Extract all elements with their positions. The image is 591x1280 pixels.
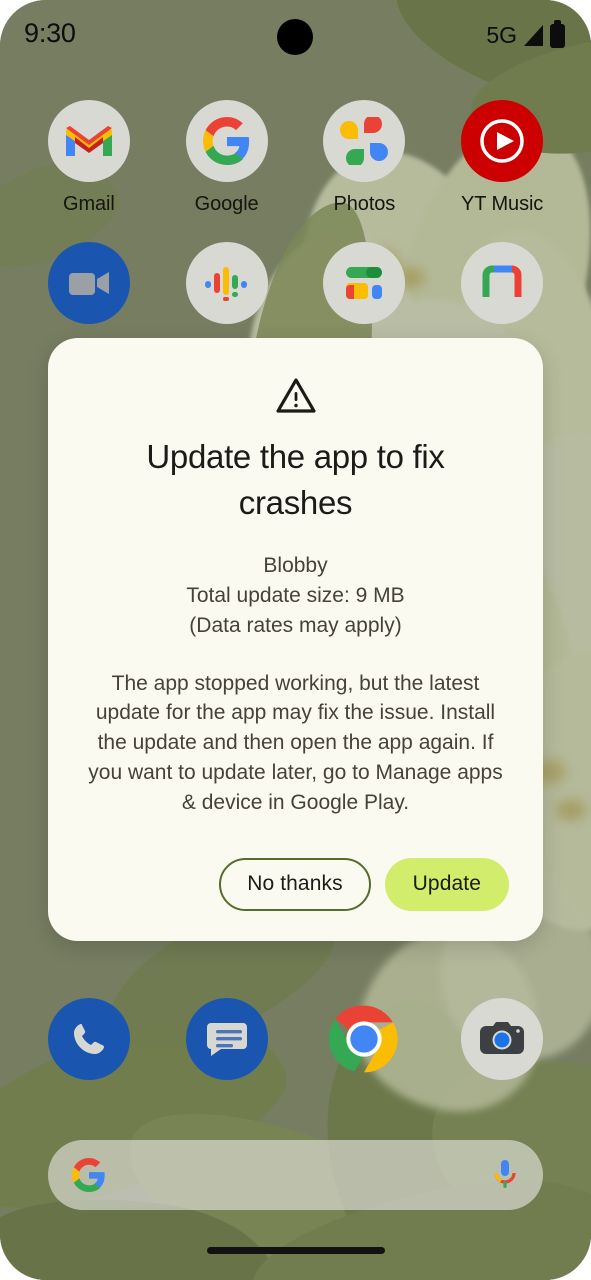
google-tv-icon <box>461 242 544 324</box>
no-thanks-button[interactable]: No thanks <box>219 857 371 911</box>
warning-triangle-icon <box>274 376 318 416</box>
app-label-google: Google <box>194 193 259 215</box>
phone-frame: 9:30 5G Gmail Google Photos YT Music Upd… <box>0 0 591 1280</box>
app-google-tv[interactable] <box>443 242 561 335</box>
battery-full-icon <box>550 19 565 48</box>
google-g-icon <box>72 1158 106 1192</box>
camera-icon <box>461 998 544 1080</box>
dock-item-chrome[interactable] <box>305 998 423 1080</box>
dialog-icon-container <box>82 376 509 416</box>
app-photos[interactable]: Photos <box>305 100 423 216</box>
app-recorder[interactable] <box>168 242 286 335</box>
dialog-subtitle: Blobby Total update size: 9 MB (Data rat… <box>186 554 405 637</box>
app-google[interactable]: Google <box>168 100 286 216</box>
google-icon <box>185 100 268 182</box>
dialog-action-bar: No thanks Update <box>82 857 509 911</box>
gmail-icon <box>47 100 130 182</box>
app-grid: Gmail Google Photos YT Music <box>0 100 591 361</box>
app-row-2 <box>0 242 591 335</box>
app-gmail[interactable]: Gmail <box>30 100 148 216</box>
update-button[interactable]: Update <box>384 857 509 911</box>
app-label-photos: Photos <box>333 193 396 215</box>
dialog-title: Update the app to fix crashes <box>146 438 445 521</box>
update-app-dialog: Update the app to fix crashes Blobby Tot… <box>48 338 543 941</box>
messages-icon <box>185 998 268 1080</box>
status-bar-clock: 9:30 <box>24 18 76 48</box>
dock-item-camera[interactable] <box>443 998 561 1080</box>
signal-triangle-icon <box>524 24 543 46</box>
status-bar: 9:30 5G <box>0 0 591 70</box>
google-meet-icon <box>47 242 130 324</box>
google-search-bar[interactable] <box>48 1140 543 1210</box>
youtube-music-icon <box>461 100 544 182</box>
app-label-gmail: Gmail <box>63 193 115 215</box>
microphone-icon[interactable] <box>491 1158 519 1192</box>
app-label-yt-music: YT Music <box>461 193 544 215</box>
google-recorder-icon <box>185 242 268 324</box>
chrome-icon <box>323 998 405 1080</box>
dock-item-phone[interactable] <box>30 998 148 1080</box>
dock <box>0 998 591 1080</box>
app-classroom[interactable] <box>305 242 423 335</box>
google-classroom-icon <box>323 242 406 324</box>
app-yt-music[interactable]: YT Music <box>443 100 561 216</box>
app-meet[interactable] <box>30 242 148 335</box>
dock-item-messages[interactable] <box>168 998 286 1080</box>
phone-screen: 9:30 5G Gmail Google Photos YT Music Upd… <box>0 0 591 1280</box>
app-row-1: Gmail Google Photos YT Music <box>0 100 591 216</box>
dialog-body-text: The app stopped working, but the latest … <box>88 671 503 814</box>
home-gesture-handle[interactable] <box>206 1247 385 1254</box>
status-bar-indicators: 5G <box>486 19 565 52</box>
phone-icon <box>47 998 130 1080</box>
front-camera-punch-hole-icon <box>277 19 313 55</box>
google-photos-icon <box>323 100 406 182</box>
network-type-label: 5G <box>486 22 517 48</box>
